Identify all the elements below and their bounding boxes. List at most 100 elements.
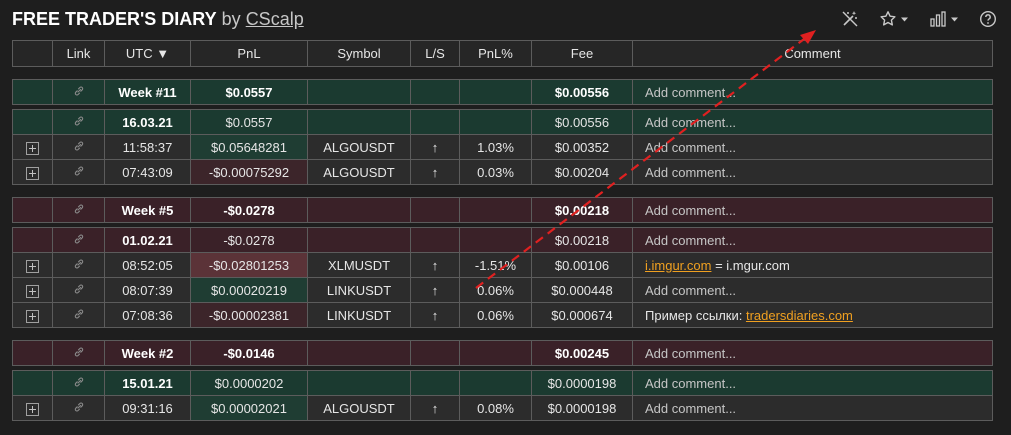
author-link[interactable]: CScalp	[246, 9, 304, 29]
link-cell[interactable]	[52, 370, 105, 396]
day-fee: $0.0000198	[531, 370, 633, 396]
app-title: FREE TRADER'S DIARY	[12, 9, 217, 29]
expand-cell	[12, 109, 53, 135]
week-pnl: $0.0557	[190, 79, 308, 105]
expand-plus-icon[interactable]	[26, 402, 39, 416]
expand-cell[interactable]	[12, 277, 53, 303]
trade-pnl: $0.00020219	[190, 277, 308, 303]
symbol-cell	[307, 370, 411, 396]
expand-cell	[12, 340, 53, 366]
link-cell[interactable]	[52, 159, 105, 185]
trade-pnl-pct: 0.03%	[459, 159, 532, 185]
expand-plus-icon[interactable]	[26, 284, 39, 298]
toolbar	[841, 10, 997, 28]
link-icon[interactable]	[73, 258, 85, 273]
comment-input[interactable]: Add comment...	[632, 227, 993, 253]
col-ls-header[interactable]: L/S	[410, 40, 460, 67]
trade-symbol: LINKUSDT	[307, 277, 411, 303]
link-cell[interactable]	[52, 197, 105, 223]
comment-link[interactable]: i.imgur.com	[645, 258, 711, 273]
comment-input[interactable]: Add comment...	[632, 79, 993, 105]
header: FREE TRADER'S DIARY by CScalp	[0, 0, 1011, 40]
day-date: 15.01.21	[104, 370, 191, 396]
comment-input[interactable]: Add comment...	[632, 395, 993, 421]
comment-input[interactable]: Пример ссылки: tradersdiaries.com	[632, 302, 993, 328]
expand-plus-icon[interactable]	[26, 166, 39, 180]
trade-pnl: -$0.00002381	[190, 302, 308, 328]
trade-pnl: -$0.00075292	[190, 159, 308, 185]
link-cell[interactable]	[52, 340, 105, 366]
page-title: FREE TRADER'S DIARY by CScalp	[12, 9, 304, 30]
comment-input[interactable]: i.imgur.com = i.mgur.com	[632, 252, 993, 278]
link-icon[interactable]	[73, 165, 85, 180]
week-row: Week #5 -$0.0278 $0.00218 Add comment...	[12, 197, 993, 223]
link-icon[interactable]	[73, 376, 85, 391]
expand-plus-icon[interactable]	[26, 259, 39, 273]
expand-cell[interactable]	[12, 252, 53, 278]
by-label: by	[221, 9, 241, 29]
comment-input[interactable]: Add comment...	[632, 370, 993, 396]
comment-link[interactable]: tradersdiaries.com	[746, 308, 853, 323]
help-button[interactable]	[979, 10, 997, 28]
comment-input[interactable]: Add comment...	[632, 109, 993, 135]
expand-cell[interactable]	[12, 134, 53, 160]
col-utc-header[interactable]: UTC ▼	[104, 40, 191, 67]
day-row: 15.01.21 $0.0000202 $0.0000198 Add comment.…	[12, 370, 993, 396]
link-cell[interactable]	[52, 252, 105, 278]
expand-plus-icon[interactable]	[26, 141, 39, 155]
ls-cell	[410, 109, 460, 135]
col-fee-header[interactable]: Fee	[531, 40, 633, 67]
trade-pnl-pct: 0.06%	[459, 302, 532, 328]
trade-direction-icon: ↑	[410, 134, 460, 160]
link-icon[interactable]	[73, 401, 85, 416]
trade-direction-icon: ↑	[410, 302, 460, 328]
expand-plus-icon[interactable]	[26, 309, 39, 323]
link-cell[interactable]	[52, 79, 105, 105]
trade-row: 11:58:37 $0.05648281 ALGOUSDT ↑ 1.03% $0.0035…	[12, 134, 993, 160]
col-symbol-header[interactable]: Symbol	[307, 40, 411, 67]
comment-input[interactable]: Add comment...	[632, 197, 993, 223]
link-icon[interactable]	[73, 85, 85, 100]
link-icon[interactable]	[73, 283, 85, 298]
trade-fee: $0.000448	[531, 277, 633, 303]
stats-dropdown[interactable]	[929, 10, 959, 28]
link-icon[interactable]	[73, 115, 85, 130]
favorites-dropdown[interactable]	[879, 10, 909, 28]
link-cell[interactable]	[52, 109, 105, 135]
trade-fee: $0.00204	[531, 159, 633, 185]
trade-fee: $0.00352	[531, 134, 633, 160]
link-cell[interactable]	[52, 277, 105, 303]
expand-cell[interactable]	[12, 302, 53, 328]
trade-fee: $0.000674	[531, 302, 633, 328]
magic-wand-button[interactable]	[841, 10, 859, 28]
comment-input[interactable]: Add comment...	[632, 340, 993, 366]
comment-input[interactable]: Add comment...	[632, 277, 993, 303]
link-icon[interactable]	[73, 203, 85, 218]
comment-input[interactable]: Add comment...	[632, 159, 993, 185]
group-spacer	[13, 328, 993, 341]
link-icon[interactable]	[73, 140, 85, 155]
week-pnl: -$0.0146	[190, 340, 308, 366]
week-label: Week #2	[104, 340, 191, 366]
magic-wand-icon	[842, 11, 858, 27]
trade-direction-icon: ↑	[410, 395, 460, 421]
link-cell[interactable]	[52, 134, 105, 160]
link-icon[interactable]	[73, 233, 85, 248]
trade-pnl-pct: 0.08%	[459, 395, 532, 421]
week-pnl: -$0.0278	[190, 197, 308, 223]
trade-direction-icon: ↑	[410, 277, 460, 303]
link-cell[interactable]	[52, 302, 105, 328]
expand-cell[interactable]	[12, 395, 53, 421]
day-fee: $0.00556	[531, 109, 633, 135]
link-cell[interactable]	[52, 227, 105, 253]
expand-cell[interactable]	[12, 159, 53, 185]
link-icon[interactable]	[73, 308, 85, 323]
comment-input[interactable]: Add comment...	[632, 134, 993, 160]
col-pnl-header[interactable]: PnL	[190, 40, 308, 67]
day-row: 01.02.21 -$0.0278 $0.00218 Add comment...	[12, 227, 993, 253]
day-pnl: $0.0000202	[190, 370, 308, 396]
link-cell[interactable]	[52, 395, 105, 421]
link-icon[interactable]	[73, 346, 85, 361]
star-icon	[880, 11, 896, 26]
col-pnl-pct-header[interactable]: PnL%	[459, 40, 532, 67]
